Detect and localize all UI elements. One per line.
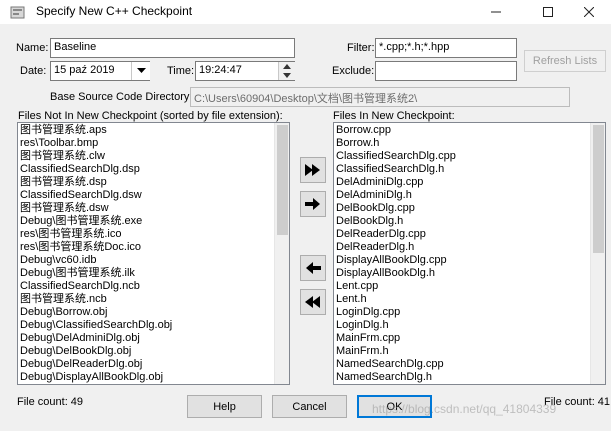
list-item[interactable]: MainFrm.h <box>334 345 589 358</box>
list-item[interactable]: Debug\Borrow.obj <box>18 306 273 319</box>
list-item[interactable]: Lent.h <box>334 293 589 306</box>
arrow-right-icon <box>305 198 320 210</box>
minimize-button[interactable] <box>474 0 518 24</box>
list-item[interactable]: LoginDlg.cpp <box>334 306 589 319</box>
list-item[interactable]: Debug\vc60.idb <box>18 254 273 267</box>
list-item[interactable]: 图书管理系统.clw <box>18 150 273 163</box>
filter-input[interactable]: *.cpp;*.h;*.hpp <box>375 38 517 58</box>
help-button[interactable]: Help <box>187 395 262 418</box>
list-item[interactable]: ClassifiedSearchDlg.cpp <box>334 150 589 163</box>
double-arrow-left-icon <box>305 296 320 308</box>
add-all-button[interactable] <box>300 157 326 183</box>
list-item[interactable]: MainFrm.cpp <box>334 332 589 345</box>
name-label: Name: <box>16 42 49 54</box>
maximize-button[interactable] <box>526 0 570 24</box>
list-item[interactable]: Debug\DisplayAllBookDlg.obj <box>18 371 273 384</box>
refresh-lists-button[interactable]: Refresh Lists <box>524 50 606 72</box>
list-item[interactable]: Debug\DelBookDlg.obj <box>18 345 273 358</box>
list-item[interactable]: ClassifiedSearchDlg.ncb <box>18 280 273 293</box>
exclude-input[interactable] <box>375 61 517 81</box>
maximize-icon <box>543 7 553 17</box>
watermark: https://blog.csdn.net/qq_41804339 <box>372 402 557 416</box>
list-item[interactable]: DelAdminiDlg.h <box>334 189 589 202</box>
list-item[interactable]: Borrow.h <box>334 137 589 150</box>
list-item[interactable]: DisplayAllBookDlg.cpp <box>334 254 589 267</box>
list-item[interactable]: DelBookDlg.cpp <box>334 202 589 215</box>
right-scrollbar-thumb[interactable] <box>593 125 604 253</box>
list-item[interactable]: NamedSearchDlg.cpp <box>334 358 589 371</box>
filter-label: Filter: <box>347 42 375 54</box>
remove-all-button[interactable] <box>300 289 326 315</box>
app-icon <box>10 6 25 19</box>
list-item[interactable]: 图书管理系统.dsp <box>18 176 273 189</box>
time-value: 19:24:47 <box>199 64 242 76</box>
add-selected-button[interactable] <box>300 191 326 217</box>
list-item[interactable]: LoginDlg.h <box>334 319 589 332</box>
list-item[interactable]: NamedSearchDlg.h <box>334 371 589 384</box>
minimize-icon <box>491 11 501 13</box>
close-button[interactable] <box>567 0 611 24</box>
list-item[interactable]: Debug\图书管理系统.exe <box>18 215 273 228</box>
right-scrollbar[interactable] <box>590 123 605 384</box>
spin-up-icon <box>283 64 291 69</box>
base-dir-label: Base Source Code Directory: <box>50 91 193 103</box>
list-item[interactable]: DelReaderDlg.h <box>334 241 589 254</box>
title-bar: Specify New C++ Checkpoint <box>0 0 611 24</box>
list-item[interactable]: 图书管理系统.dsw <box>18 202 273 215</box>
time-label: Time: <box>167 65 195 77</box>
time-spinner[interactable] <box>278 62 295 80</box>
list-item[interactable]: res\图书管理系统Doc.ico <box>18 241 273 254</box>
remove-selected-button[interactable] <box>300 255 326 281</box>
list-item[interactable]: DelBookDlg.h <box>334 215 589 228</box>
files-not-in-checkpoint-list[interactable]: 图书管理系统.aps res\Toolbar.bmp 图书管理系统.clw Class… <box>17 122 290 385</box>
cancel-button[interactable]: Cancel <box>272 395 347 418</box>
list-item[interactable]: 图书管理系统.aps <box>18 124 273 137</box>
list-item[interactable]: DelAdminiDlg.cpp <box>334 176 589 189</box>
left-file-count: File count: 49 <box>17 396 84 408</box>
arrow-left-icon <box>306 262 321 274</box>
double-arrow-right-icon <box>305 164 320 176</box>
date-dropdown-button[interactable] <box>131 62 150 80</box>
list-item[interactable]: Debug\DelReaderDlg.obj <box>18 358 273 371</box>
list-item[interactable]: Debug\图书管理系统.ilk <box>18 267 273 280</box>
date-value: 15 paź 2019 <box>54 64 115 76</box>
list-item[interactable]: Borrow.cpp <box>334 124 589 137</box>
window-title: Specify New C++ Checkpoint <box>36 4 193 18</box>
left-list-header: Files Not In New Checkpoint (sorted by f… <box>18 110 283 122</box>
list-item[interactable]: ClassifiedSearchDlg.dsp <box>18 163 273 176</box>
date-label: Date: <box>20 65 47 77</box>
name-input[interactable]: Baseline <box>50 38 295 58</box>
list-item[interactable]: ClassifiedSearchDlg.dsw <box>18 189 273 202</box>
spin-down-icon <box>283 73 291 78</box>
left-scrollbar-thumb[interactable] <box>277 125 288 235</box>
list-item[interactable]: res\Toolbar.bmp <box>18 137 273 150</box>
list-item[interactable]: Lent.cpp <box>334 280 589 293</box>
exclude-label: Exclude: <box>332 65 375 77</box>
base-dir-field: C:\Users\60904\Desktop\文档\图书管理系统2\ <box>190 87 570 107</box>
list-item[interactable]: 图书管理系统.ncb <box>18 293 273 306</box>
list-item[interactable]: res\图书管理系统.ico <box>18 228 273 241</box>
list-item[interactable]: Debug\DelAdminiDlg.obj <box>18 332 273 345</box>
list-item[interactable]: Debug\ClassifiedSearchDlg.obj <box>18 319 273 332</box>
left-scrollbar[interactable] <box>274 123 289 384</box>
chevron-down-icon <box>136 68 146 73</box>
close-icon <box>584 7 594 17</box>
right-list-header: Files In New Checkpoint: <box>333 110 455 122</box>
list-item[interactable]: ClassifiedSearchDlg.h <box>334 163 589 176</box>
list-item[interactable]: DisplayAllBookDlg.h <box>334 267 589 280</box>
list-item[interactable]: DelReaderDlg.cpp <box>334 228 589 241</box>
files-in-checkpoint-list[interactable]: Borrow.cpp Borrow.h ClassifiedSearchDlg.cp… <box>333 122 606 385</box>
